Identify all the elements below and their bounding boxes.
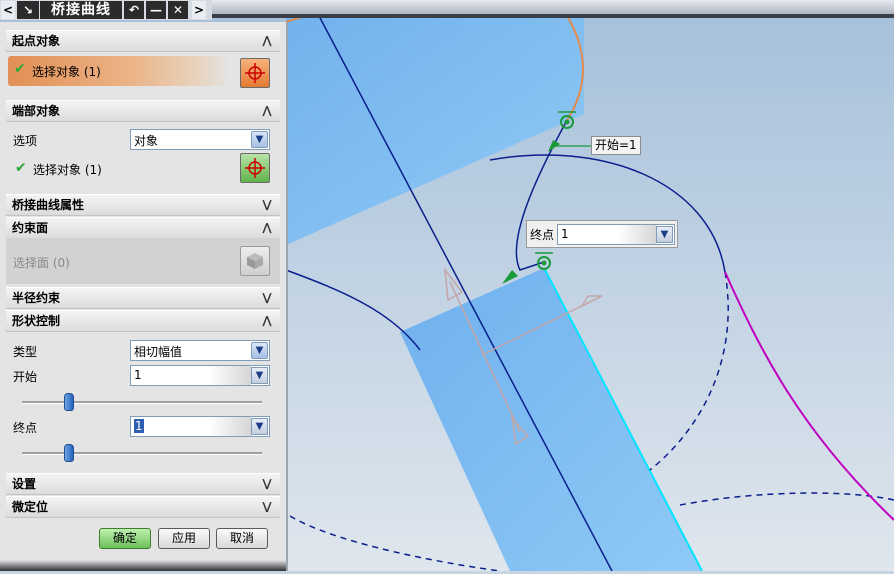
close-icon[interactable]: ✕ bbox=[168, 1, 188, 19]
graphics-top-strip bbox=[212, 0, 894, 15]
reset-icon[interactable]: ↶ bbox=[124, 1, 144, 19]
dropdown-arrow-icon[interactable]: ▼ bbox=[251, 418, 268, 435]
back-arrow-icon[interactable]: < bbox=[1, 1, 15, 19]
section-radius-constraint[interactable]: 半径约束 ⋁ bbox=[6, 287, 280, 309]
section-shape-control[interactable]: 形状控制 ⋀ bbox=[6, 310, 280, 332]
forward-arrow-icon[interactable]: > bbox=[192, 1, 206, 19]
crosshair-icon bbox=[245, 63, 265, 83]
end-option-label: 选项 bbox=[13, 134, 38, 148]
end-crosshair-button[interactable] bbox=[240, 153, 270, 183]
collapse-chevron-icon[interactable]: ⋀ bbox=[258, 32, 276, 50]
dropdown-arrow-icon[interactable]: ▼ bbox=[251, 131, 268, 148]
dialog-bottom-bar bbox=[0, 560, 286, 571]
start-select-object-label: 选择对象 (1) bbox=[32, 65, 101, 79]
minimize-icon[interactable]: — bbox=[146, 1, 166, 19]
dropdown-arrow-icon[interactable]: ▼ bbox=[656, 226, 673, 243]
dialog-titlebar[interactable]: < ↘ 桥接曲线 ↶ — ✕ > bbox=[0, 0, 212, 20]
check-icon: ✔ bbox=[15, 160, 27, 176]
start-crosshair-button[interactable] bbox=[240, 58, 270, 88]
section-end-object[interactable]: 端部对象 ⋀ bbox=[6, 100, 280, 122]
expand-chevron-icon[interactable]: ⋁ bbox=[258, 498, 276, 516]
end-option-select[interactable]: 对象 ▼ bbox=[130, 129, 270, 150]
type-select[interactable]: 相切幅值 ▼ bbox=[130, 340, 270, 361]
ok-button[interactable]: 确定 bbox=[99, 528, 151, 549]
section-constraint-face[interactable]: 约束面 ⋀ bbox=[6, 217, 280, 239]
collapse-chevron-icon[interactable]: ⋀ bbox=[258, 312, 276, 330]
graphics-top-border bbox=[212, 14, 894, 18]
dialog-title: 桥接曲线 bbox=[40, 1, 122, 19]
crosshair-icon bbox=[245, 158, 265, 178]
start-label: 开始 bbox=[13, 370, 38, 384]
check-icon: ✔ bbox=[14, 61, 26, 77]
end-value-field[interactable]: 1 ▼ bbox=[130, 416, 270, 437]
dropdown-arrow-icon[interactable]: ▼ bbox=[251, 367, 268, 384]
curve-tool-icon: ↘ bbox=[17, 1, 39, 19]
end-value-callout: 终点 1 ▼ bbox=[526, 220, 678, 248]
apply-button[interactable]: 应用 bbox=[158, 528, 210, 549]
end-label: 终点 bbox=[13, 421, 38, 435]
collapse-chevron-icon[interactable]: ⋀ bbox=[258, 102, 276, 120]
section-settings[interactable]: 设置 ⋁ bbox=[6, 473, 280, 495]
select-face-button[interactable] bbox=[240, 246, 270, 276]
collapse-chevron-icon[interactable]: ⋀ bbox=[258, 219, 276, 237]
start-slider-track[interactable] bbox=[22, 401, 262, 404]
end-slider-thumb[interactable] bbox=[63, 444, 74, 462]
start-value-input[interactable]: 1 ▼ bbox=[130, 365, 270, 386]
end-slider-track[interactable] bbox=[22, 452, 262, 455]
type-label: 类型 bbox=[13, 345, 38, 359]
dropdown-arrow-icon[interactable]: ▼ bbox=[251, 342, 268, 359]
end-value-input[interactable]: 1 ▼ bbox=[557, 224, 675, 245]
expand-chevron-icon[interactable]: ⋁ bbox=[258, 289, 276, 307]
start-value-label: 开始=1 bbox=[591, 136, 641, 155]
section-fine-position[interactable]: 微定位 ⋁ bbox=[6, 496, 280, 518]
cube-icon bbox=[247, 253, 263, 269]
bridge-curve-dialog: 起点对象 ⋀ ✔ 选择对象 (1) 端部对象 ⋀ 选项 对象 ▼ ✔ 选择对象 … bbox=[0, 22, 288, 571]
cancel-button[interactable]: 取消 bbox=[216, 528, 268, 549]
start-select-object-row[interactable]: ✔ 选择对象 (1) bbox=[8, 56, 230, 86]
section-start-object[interactable]: 起点对象 ⋀ bbox=[6, 30, 280, 52]
end-select-object-label[interactable]: 选择对象 (1) bbox=[33, 161, 102, 178]
expand-chevron-icon[interactable]: ⋁ bbox=[258, 196, 276, 214]
end-value-label: 终点 bbox=[530, 228, 555, 242]
start-slider-thumb[interactable] bbox=[63, 393, 74, 411]
section-bridge-properties[interactable]: 桥接曲线属性 ⋁ bbox=[6, 194, 280, 216]
select-face-label: 选择面 (0) bbox=[13, 256, 70, 270]
expand-chevron-icon[interactable]: ⋁ bbox=[258, 475, 276, 493]
